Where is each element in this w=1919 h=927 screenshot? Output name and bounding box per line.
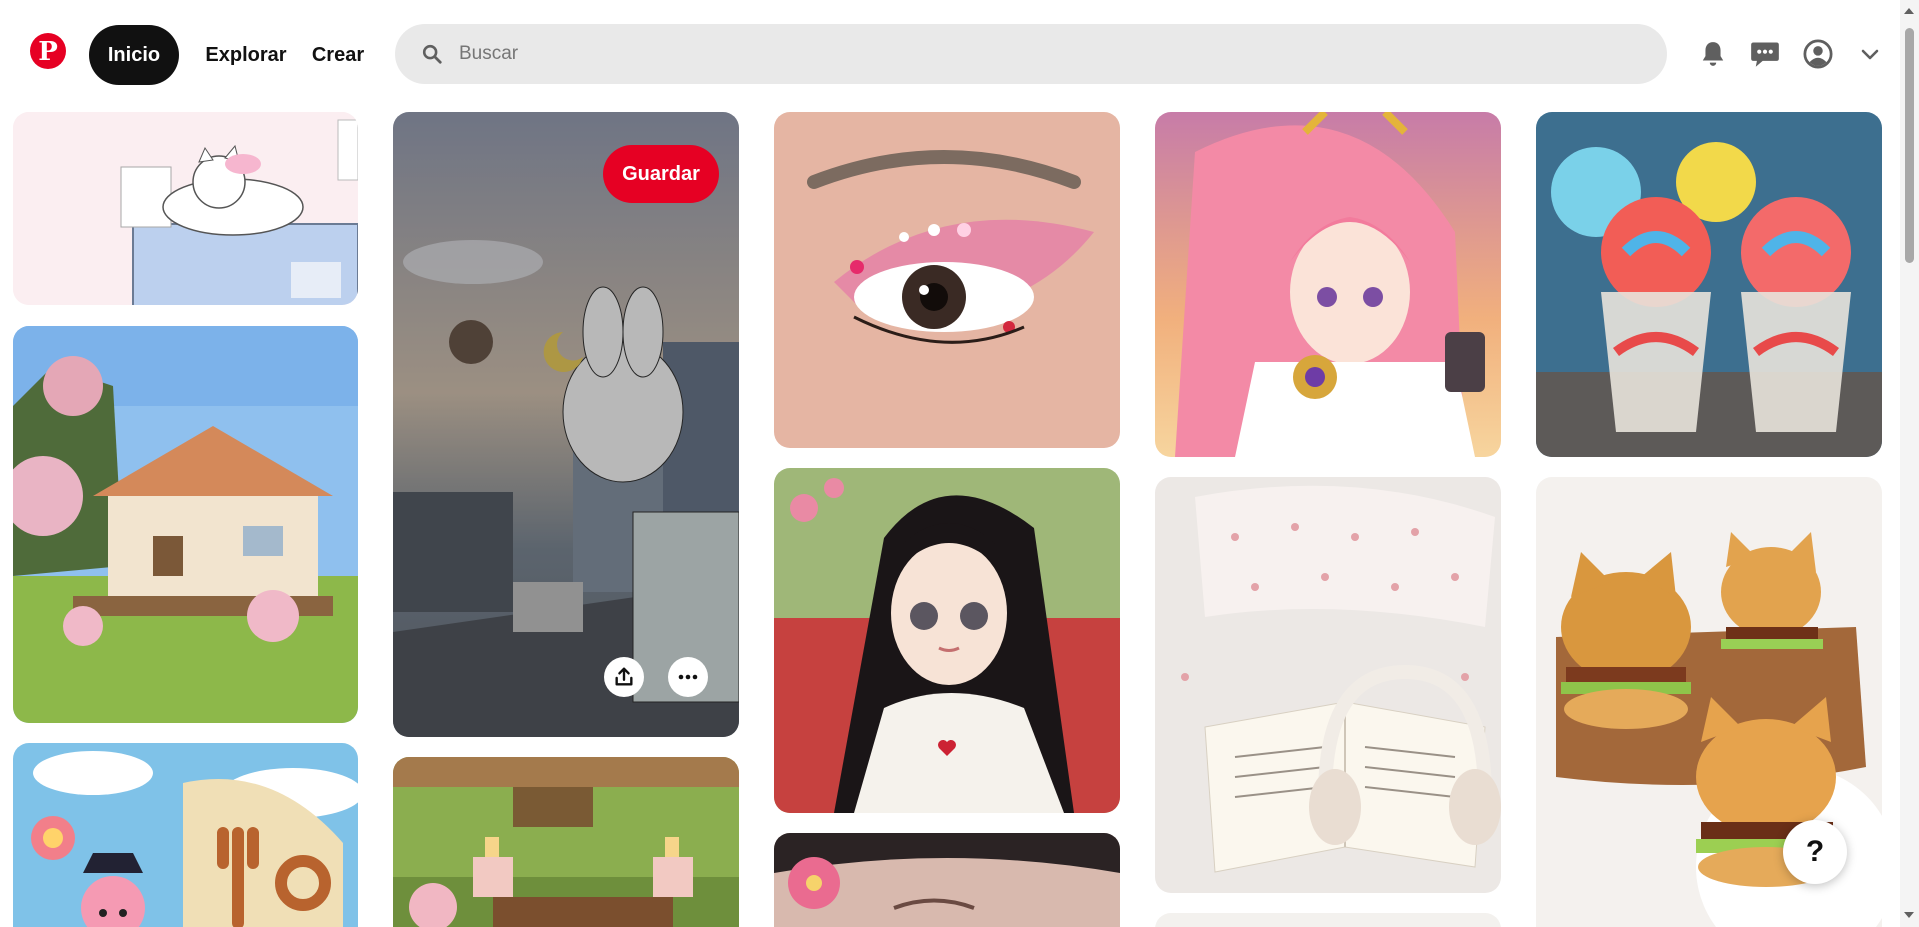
help-button[interactable]: ? bbox=[1783, 820, 1847, 884]
pin-partial-bottom[interactable] bbox=[1155, 913, 1501, 927]
pin-image bbox=[774, 112, 1120, 448]
pin-genshin-yae-miko[interactable] bbox=[1155, 112, 1501, 457]
pin-minecraft-house[interactable] bbox=[13, 326, 358, 723]
pin-image bbox=[774, 833, 1120, 927]
search-icon bbox=[422, 44, 442, 64]
nav-explore-link[interactable]: Explorar bbox=[198, 25, 294, 85]
pin-kirby-sailing[interactable] bbox=[13, 743, 358, 927]
pin-image bbox=[393, 757, 739, 927]
scroll-up-arrow-icon[interactable] bbox=[1904, 8, 1914, 14]
search-bar[interactable] bbox=[395, 24, 1667, 84]
share-button[interactable] bbox=[604, 657, 644, 697]
ellipsis-icon bbox=[678, 674, 698, 680]
nav-home-button[interactable]: Inicio bbox=[89, 25, 179, 85]
pin-anime-girl-black-hair[interactable] bbox=[774, 468, 1120, 813]
pin-image bbox=[774, 468, 1120, 813]
pin-book-headphones[interactable] bbox=[1155, 477, 1501, 893]
scrollbar-thumb[interactable] bbox=[1905, 28, 1914, 263]
save-button[interactable]: Guardar bbox=[603, 145, 719, 203]
messages-icon bbox=[1751, 42, 1779, 67]
bell-icon bbox=[1702, 42, 1724, 66]
pin-flower-face[interactable] bbox=[774, 833, 1120, 927]
pin-grid: Guardar bbox=[0, 0, 1900, 927]
chevron-down-icon bbox=[1861, 49, 1879, 60]
pin-image bbox=[13, 326, 358, 723]
pin-image bbox=[13, 112, 358, 305]
pin-minecraft-garden[interactable] bbox=[393, 757, 739, 927]
pinterest-logo-icon[interactable]: P bbox=[30, 33, 66, 69]
share-icon bbox=[615, 667, 633, 686]
more-options-button[interactable] bbox=[668, 657, 708, 697]
pin-image bbox=[13, 743, 358, 927]
profile-icon bbox=[1803, 39, 1833, 69]
notifications-button[interactable] bbox=[1693, 34, 1733, 74]
pin-rainbow-ice-cups[interactable] bbox=[1536, 112, 1882, 457]
pin-city-doodle-street[interactable]: Guardar bbox=[393, 112, 739, 737]
pin-image bbox=[1155, 112, 1501, 457]
search-input[interactable] bbox=[459, 43, 1609, 65]
pin-hover-overlay bbox=[393, 112, 739, 737]
pin-sleeping-cat-computer[interactable] bbox=[13, 112, 358, 305]
messages-button[interactable] bbox=[1745, 34, 1785, 74]
top-nav-bar: P Inicio Explorar Crear bbox=[0, 0, 1900, 110]
profile-button[interactable] bbox=[1798, 34, 1838, 74]
nav-create-link[interactable]: Crear bbox=[306, 25, 370, 85]
account-menu-button[interactable] bbox=[1850, 34, 1890, 74]
pin-image bbox=[1155, 477, 1501, 893]
pin-image bbox=[1536, 112, 1882, 457]
pin-pink-eye-makeup[interactable] bbox=[774, 112, 1120, 448]
scroll-down-arrow-icon[interactable] bbox=[1904, 912, 1914, 918]
